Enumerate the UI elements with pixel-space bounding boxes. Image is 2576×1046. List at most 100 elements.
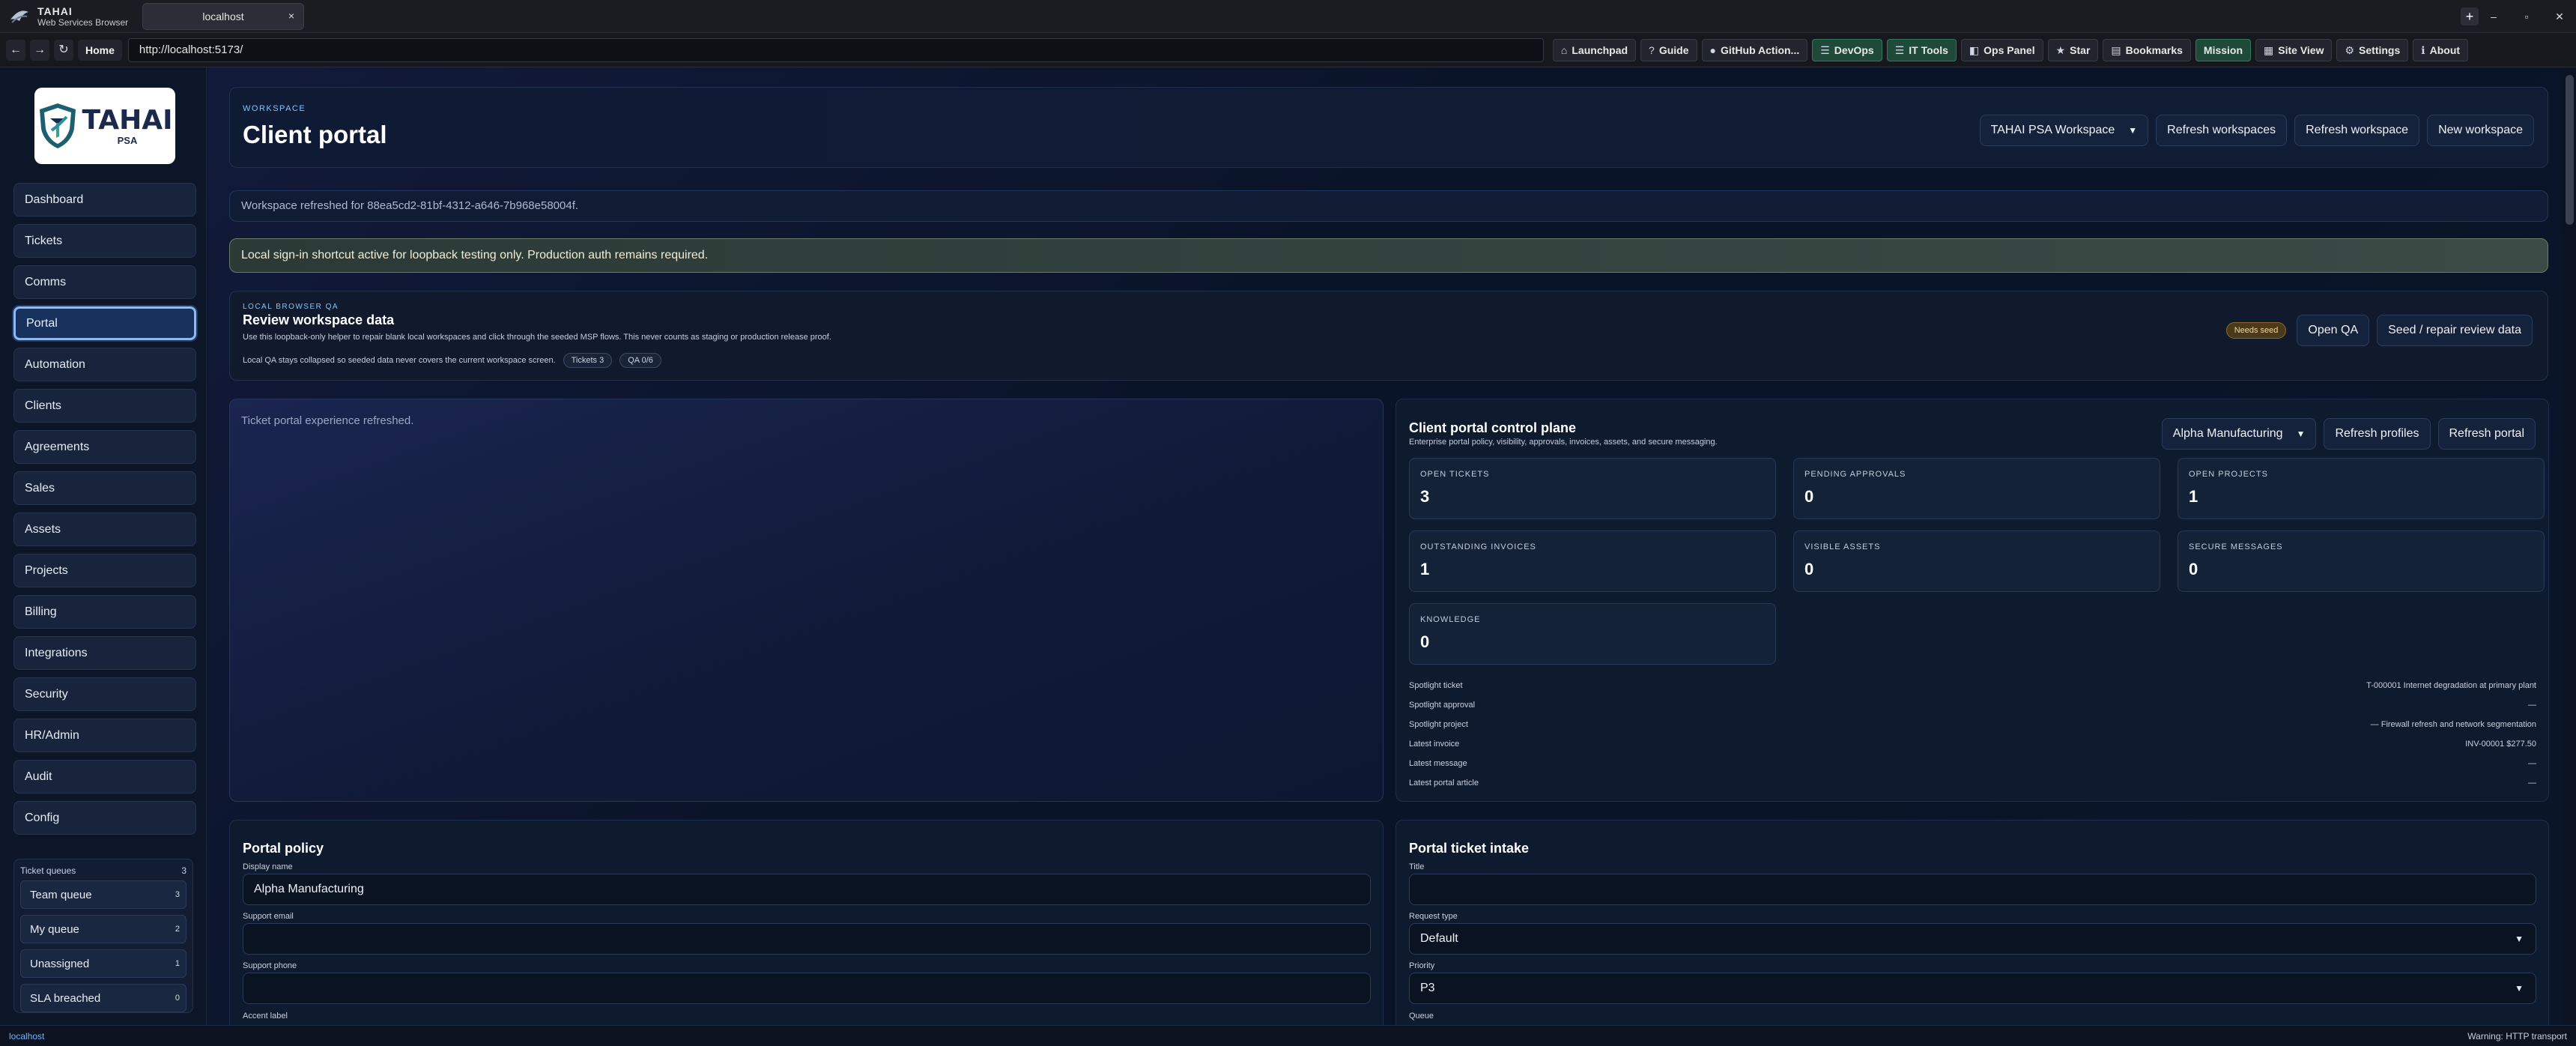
sidebar-item-security[interactable]: Security <box>13 677 196 711</box>
queue-item-unassigned[interactable]: Unassigned 1 <box>20 949 187 978</box>
tab-close-icon[interactable]: × <box>288 10 294 22</box>
sidebar-item-agreements[interactable]: Agreements <box>13 430 196 464</box>
support-email-field[interactable] <box>243 923 1371 955</box>
queue-count: 2 <box>175 925 180 934</box>
qa-title: Review workspace data <box>243 312 395 327</box>
priority-label: Priority <box>1409 961 1435 970</box>
toolbar-icon: ⚙ <box>2345 43 2355 56</box>
new-workspace-button[interactable]: New workspace <box>2427 115 2534 146</box>
queue-item-my-queue[interactable]: My queue 2 <box>20 915 187 943</box>
toolbar-label: Mission <box>2203 43 2243 56</box>
toolbar-star-button[interactable]: ★ Star <box>2047 38 2099 61</box>
open-qa-button[interactable]: Open QA <box>2297 315 2370 346</box>
toolbar-settings-button[interactable]: ⚙ Settings <box>2336 38 2409 61</box>
toolbar-site-view-button[interactable]: ▦ Site View <box>2255 38 2333 61</box>
stat-value: 0 <box>1420 632 1430 651</box>
toolbar-icon: ◧ <box>1969 43 1980 56</box>
browser-brand-subtitle: Web Services Browser <box>37 16 129 28</box>
support-phone-field[interactable] <box>243 973 1371 1004</box>
sidebar-item-clients[interactable]: Clients <box>13 389 196 423</box>
queue-label: Team queue <box>30 888 92 901</box>
queue-item-sla-breached[interactable]: SLA breached 0 <box>20 984 187 1012</box>
refresh-workspace-button[interactable]: Refresh workspace <box>2294 115 2420 146</box>
sidebar-item-integrations[interactable]: Integrations <box>13 636 196 670</box>
queue-count: 1 <box>175 959 180 968</box>
close-window-icon[interactable]: ✕ <box>2543 10 2576 23</box>
reload-button[interactable]: ↻ <box>54 39 73 61</box>
spotlight-label: Spotlight approval <box>1409 701 1476 710</box>
toolbar-label: Settings <box>2359 43 2401 56</box>
sidebar-item-dashboard[interactable]: Dashboard <box>13 183 196 217</box>
back-button[interactable]: ← <box>6 39 25 61</box>
portal-ticket-intake-card: Portal ticket intake Title Request type … <box>1395 820 2549 1025</box>
sidebar-item-audit[interactable]: Audit <box>13 760 196 793</box>
stat-label: OUTSTANDING INVOICES <box>1420 542 1536 551</box>
priority-select[interactable]: P3 ▼ <box>1409 973 2536 1004</box>
toolbar-label: About <box>2429 43 2461 56</box>
app-logo: TAHAI PSA <box>34 88 175 164</box>
display-name-field[interactable]: Alpha Manufacturing <box>243 874 1371 905</box>
forward-button[interactable]: → <box>30 39 49 61</box>
window-controls: – ▫ ✕ <box>2477 0 2576 33</box>
workspace-select-value: TAHAI PSA Workspace <box>1990 124 2115 136</box>
maximize-icon[interactable]: ▫ <box>2510 10 2543 22</box>
toolbar-mission-button[interactable]: Mission <box>2195 38 2252 61</box>
seed-review-data-button[interactable]: Seed / repair review data <box>2377 315 2533 346</box>
home-button[interactable]: Home <box>78 39 122 61</box>
support-phone-label: Support phone <box>243 961 297 970</box>
workspace-select[interactable]: TAHAI PSA Workspace ▼ <box>1979 115 2149 146</box>
url-bar[interactable]: http://localhost:5173/ <box>127 37 1544 62</box>
toolbar-it-tools-button[interactable]: ☰ IT Tools <box>1886 38 1957 61</box>
sidebar-item-config[interactable]: Config <box>13 801 196 835</box>
toolbar-devops-button[interactable]: ☰ DevOps <box>1812 38 1882 61</box>
toolbar-icon: ▦ <box>2264 43 2274 56</box>
toolbar-guide-button[interactable]: ? Guide <box>1640 38 1697 61</box>
toolbar-ops-panel-button[interactable]: ◧ Ops Panel <box>1960 38 2043 61</box>
sidebar-item-assets[interactable]: Assets <box>13 513 196 546</box>
spotlight-row: Spotlight approval — <box>1409 701 2536 710</box>
toolbar-icon: ☰ <box>1894 43 1905 56</box>
toolbar-icon: ? <box>1649 43 1655 56</box>
toolbar-label: Star <box>2070 43 2091 56</box>
toolbar-github-action-button[interactable]: ● GitHub Action... <box>1701 38 1808 61</box>
toolbar-icon: ℹ <box>2421 43 2425 56</box>
accent-label-label: Accent label <box>243 1012 288 1021</box>
stat-visible-assets: VISIBLE ASSETS 0 <box>1793 530 2160 592</box>
sidebar-item-hr-admin[interactable]: HR/Admin <box>13 719 196 752</box>
toolbar-label: IT Tools <box>1909 43 1948 56</box>
refresh-workspaces-button[interactable]: Refresh workspaces <box>2156 115 2288 146</box>
spotlight-label: Spotlight project <box>1409 720 1468 729</box>
needs-seed-badge: Needs seed <box>2225 322 2287 339</box>
sidebar-item-sales[interactable]: Sales <box>13 471 196 505</box>
new-tab-button[interactable]: + <box>2461 7 2479 25</box>
qa-eyebrow: LOCAL BROWSER QA <box>243 303 339 311</box>
sidebar-item-comms[interactable]: Comms <box>13 265 196 299</box>
client-select[interactable]: Alpha Manufacturing ▼ <box>2161 418 2317 450</box>
sidebar-item-tickets[interactable]: Tickets <box>13 224 196 258</box>
browser-tab-localhost[interactable]: localhost × <box>142 2 304 30</box>
sidebar-item-projects[interactable]: Projects <box>13 554 196 587</box>
refresh-portal-button[interactable]: Refresh portal <box>2437 418 2536 450</box>
browser-logo-icon <box>10 10 28 23</box>
queue-count: 3 <box>175 890 180 899</box>
sidebar-item-billing[interactable]: Billing <box>13 595 196 629</box>
scrollbar-thumb[interactable] <box>2566 75 2574 225</box>
queue-label: Unassigned <box>30 957 90 970</box>
toolbar-about-button[interactable]: ℹ About <box>2413 38 2469 61</box>
toolbar-launchpad-button[interactable]: ⌂ Launchpad <box>1552 38 1637 61</box>
minimize-icon[interactable]: – <box>2477 10 2510 22</box>
request-type-select[interactable]: Default ▼ <box>1409 923 2536 955</box>
sidebar-item-portal[interactable]: Portal <box>13 306 196 340</box>
toolbar-bookmarks-button[interactable]: ▤ Bookmarks <box>2103 38 2191 61</box>
sidebar-item-automation[interactable]: Automation <box>13 348 196 381</box>
title-label: Title <box>1409 862 1425 871</box>
toolbar-label: Launchpad <box>1572 43 1628 56</box>
ticket-title-field[interactable] <box>1409 874 2536 905</box>
stat-value: 1 <box>2189 487 2198 506</box>
toolbar-label: Site View <box>2278 43 2324 56</box>
stat-value: 0 <box>1804 560 1814 578</box>
sidebar-nav: Dashboard Tickets Comms Portal Automation Cli… <box>13 183 196 842</box>
refresh-profiles-button[interactable]: Refresh profiles <box>2324 418 2431 450</box>
queue-item-team-queue[interactable]: Team queue 3 <box>20 880 187 909</box>
stat-value: 0 <box>2189 560 2198 578</box>
